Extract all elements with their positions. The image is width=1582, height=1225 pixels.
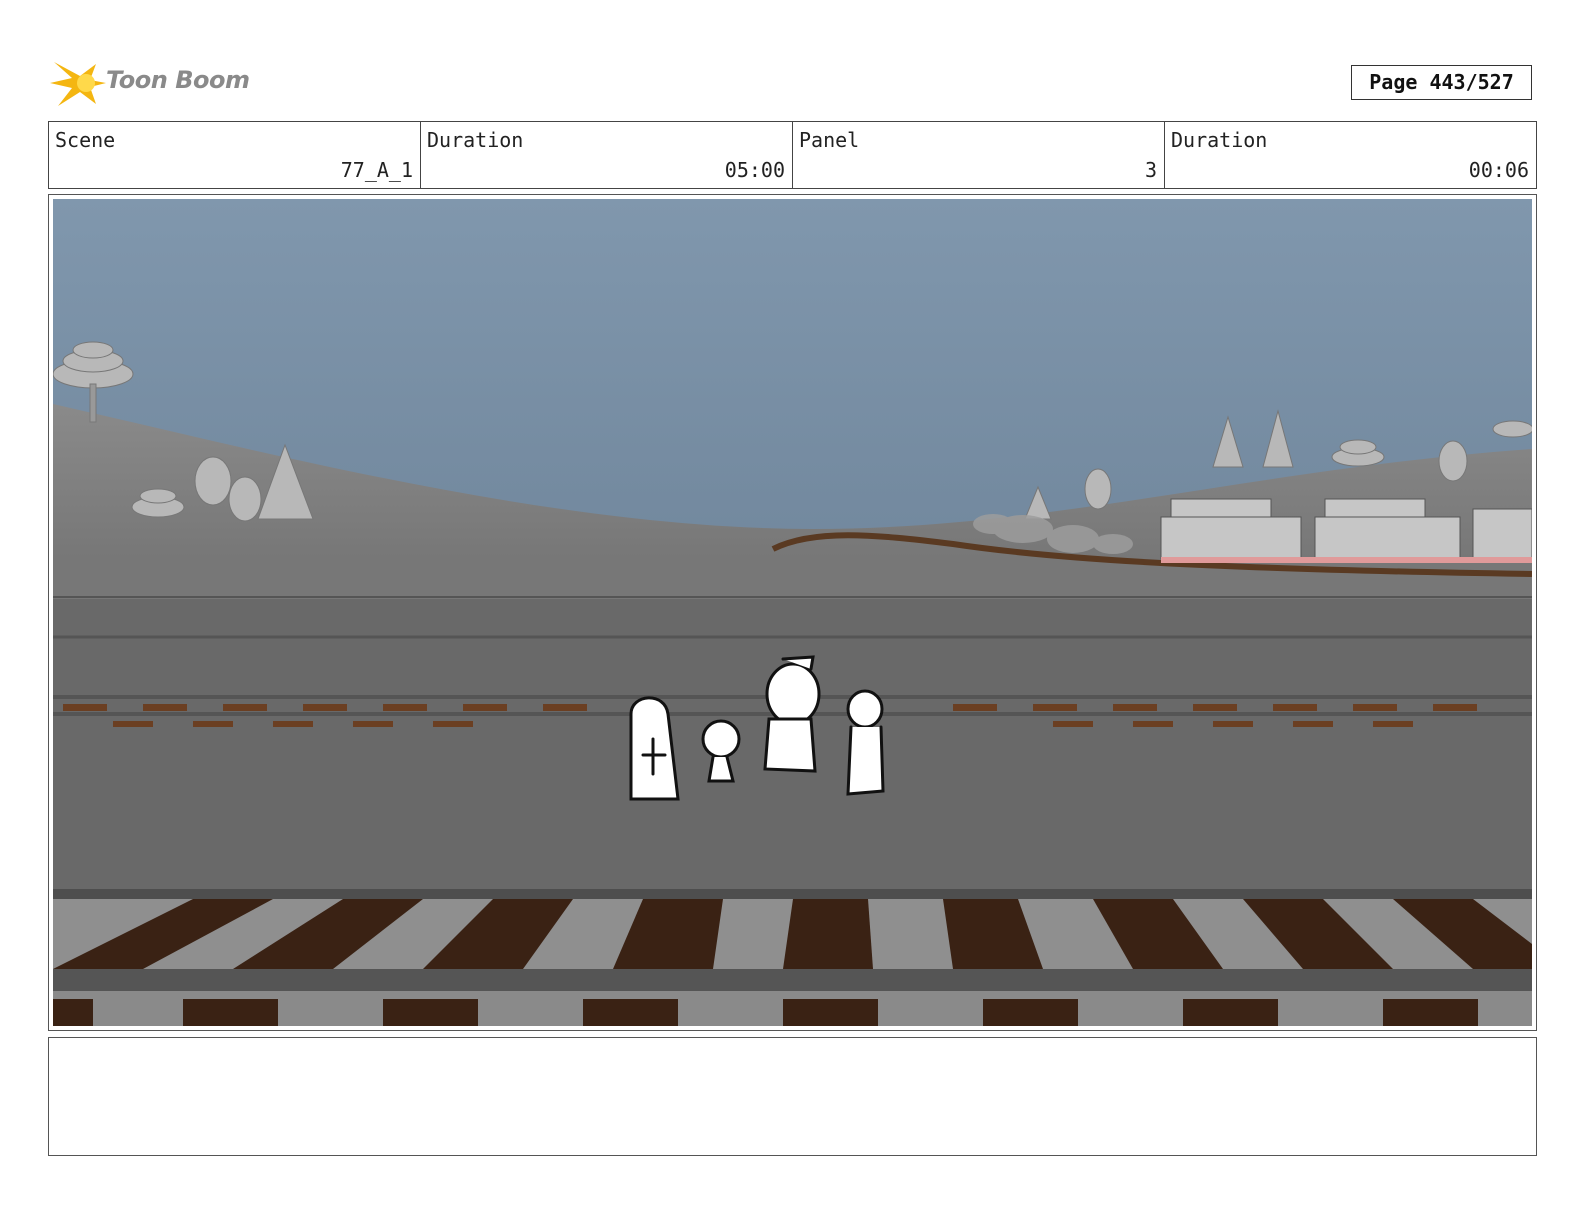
storyboard-panel-image xyxy=(53,199,1532,1026)
scene-value: 77_A_1 xyxy=(340,158,413,182)
panel-label: Panel xyxy=(799,128,860,152)
panel-notes-box xyxy=(48,1037,1537,1156)
panel-value: 3 xyxy=(1144,158,1157,182)
foreground-tracks xyxy=(53,889,1532,1026)
storyboard-panel-frame xyxy=(48,194,1537,1031)
toon-boom-logo: Toon Boom xyxy=(50,56,250,110)
scene-duration-value: 05:00 xyxy=(724,158,785,182)
train-tracks-scene xyxy=(53,199,1532,1026)
star-burst-icon xyxy=(50,62,106,106)
panel-duration-cell: Duration 00:06 xyxy=(1165,122,1536,188)
scene-cell: Scene 77_A_1 xyxy=(49,122,421,188)
scene-duration-label: Duration xyxy=(427,128,524,152)
scene-label: Scene xyxy=(55,128,116,152)
logo-text: Toon Boom xyxy=(106,66,250,94)
panel-duration-label: Duration xyxy=(1171,128,1268,152)
panel-duration-value: 00:06 xyxy=(1468,158,1529,182)
panel-cell: Panel 3 xyxy=(793,122,1165,188)
scene-duration-cell: Duration 05:00 xyxy=(421,122,793,188)
distant-train xyxy=(1160,498,1532,563)
page-number: Page 443/527 xyxy=(1351,65,1532,100)
scene-info-table: Scene 77_A_1 Duration 05:00 Panel 3 Dura… xyxy=(48,121,1537,189)
